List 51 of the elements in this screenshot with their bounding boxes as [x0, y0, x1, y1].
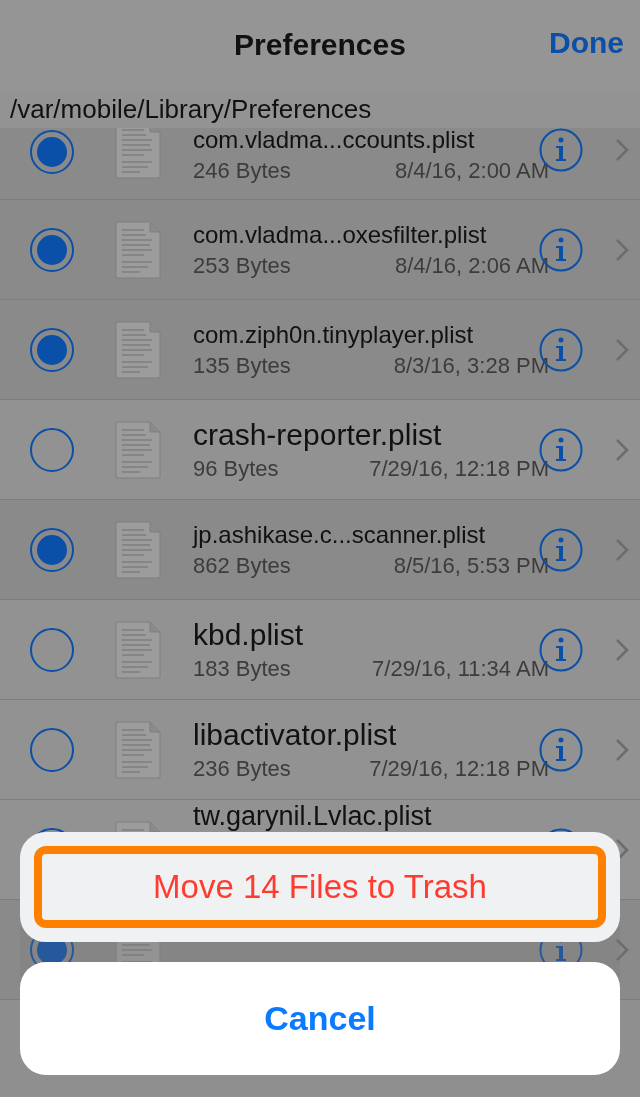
- file-size: 96 Bytes: [193, 455, 279, 482]
- chevron-icon: [615, 537, 629, 562]
- file-row[interactable]: jp.ashikase.c...scanner.plist 862 Bytes 8/5/16, 5:53 PM: [0, 500, 640, 600]
- file-date: 8/5/16, 5:53 PM: [393, 552, 549, 579]
- screen-title: Preferences: [234, 28, 406, 62]
- file-row[interactable]: com.ziph0n.tinyplayer.plist 135 Bytes 8/3/16, 3:28 PM: [0, 300, 640, 400]
- document-icon: [114, 419, 162, 480]
- file-name: kbd.plist: [193, 617, 305, 652]
- file-name: com.vladma...ccounts.plist: [193, 126, 476, 154]
- document-icon: [114, 719, 162, 780]
- file-size: 135 Bytes: [193, 352, 291, 379]
- selection-radio[interactable]: [30, 227, 74, 272]
- chevron-icon: [615, 937, 629, 962]
- chevron-icon: [615, 138, 629, 162]
- file-date: 7/29/16, 12:18 PM: [369, 455, 549, 482]
- file-row[interactable]: com.vladma...ccounts.plist 246 Bytes 8/4/16, 2:00 AM: [0, 128, 640, 200]
- selection-radio[interactable]: [30, 327, 74, 372]
- file-size: 183 Bytes: [193, 655, 291, 682]
- file-name: com.vladma...oxesfilter.plist: [193, 220, 488, 249]
- selection-radio[interactable]: [30, 427, 74, 472]
- chevron-icon: [615, 737, 629, 762]
- file-size: 246 Bytes: [193, 158, 291, 184]
- file-size: 236 Bytes: [193, 755, 291, 782]
- file-date: 8/3/16, 3:28 PM: [393, 352, 549, 379]
- document-icon: [114, 319, 162, 380]
- file-date: 8/4/16, 2:06 AM: [394, 252, 549, 279]
- move-to-trash-button[interactable]: Move 14 Files to Trash: [20, 832, 620, 942]
- chevron-icon: [615, 237, 629, 262]
- file-name: crash-reporter.plist: [193, 417, 443, 452]
- selection-radio[interactable]: [30, 627, 74, 672]
- file-size: 253 Bytes: [193, 252, 291, 279]
- file-date: 7/29/16, 11:34 AM: [372, 655, 549, 682]
- file-name: libactivator.plist: [193, 717, 398, 752]
- file-row[interactable]: com.vladma...oxesfilter.plist 253 Bytes 8/4/16, 2:06 AM: [0, 200, 640, 300]
- selection-radio[interactable]: [30, 727, 74, 772]
- selection-radio[interactable]: [30, 130, 74, 174]
- document-icon: [114, 619, 162, 680]
- file-date: 8/4/16, 2:00 AM: [394, 158, 549, 184]
- document-icon: [114, 219, 162, 280]
- file-date: 7/29/16, 12:18 PM: [369, 755, 549, 782]
- chevron-icon: [615, 637, 629, 662]
- document-icon: [114, 519, 162, 580]
- chevron-icon: [615, 437, 629, 462]
- file-name: jp.ashikase.c...scanner.plist: [193, 520, 487, 549]
- file-size: 862 Bytes: [193, 552, 291, 579]
- file-name: com.ziph0n.tinyplayer.plist: [193, 320, 475, 349]
- chevron-icon: [615, 337, 629, 362]
- selection-radio[interactable]: [30, 527, 74, 572]
- file-name: tw.garynil.Lvlac.plist: [193, 802, 433, 830]
- cancel-button[interactable]: Cancel: [20, 962, 620, 1075]
- path-label: /var/mobile/Library/Preferences: [0, 90, 640, 128]
